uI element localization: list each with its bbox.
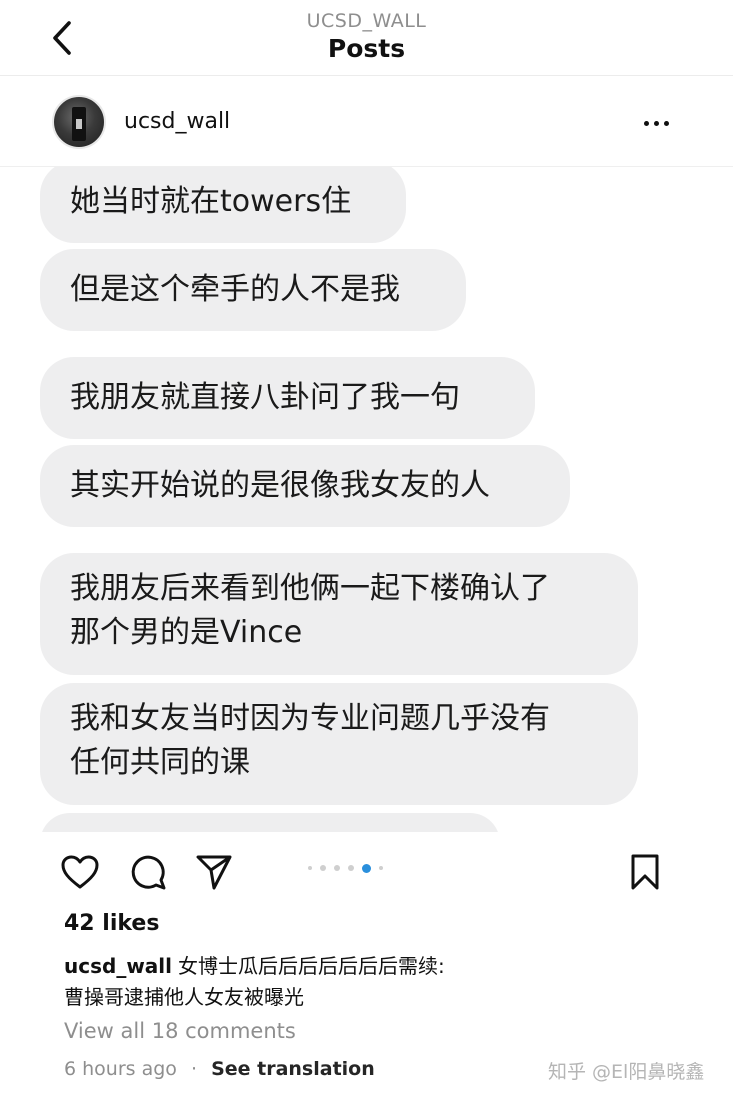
avatar[interactable] [52,95,106,149]
meta-separator: · [190,1058,198,1080]
heart-icon [61,855,99,889]
send-icon [196,855,232,890]
chat-bubble-text: 我朋友后来看到他俩一起下楼确认了 那个男的是Vince [70,571,550,650]
post-meta: 6 hours ago · See translation [64,1058,375,1080]
caption-username[interactable]: ucsd_wall [64,954,172,978]
like-button[interactable] [58,850,102,894]
view-comments-link[interactable]: View all 18 comments [64,1019,296,1043]
carousel-dot-active [362,863,371,873]
post-username[interactable]: ucsd_wall [124,109,230,134]
post-caption: ucsd_wall 女博士瓜后后后后后后后需续: 曹操哥逮捕他人女友被曝光 [64,951,684,1013]
post-image[interactable]: 她当时就在towers住 但是这个牵手的人不是我 我朋友就直接八卦问了我一句 其… [0,167,733,832]
chat-bubble-text: 我朋友就直接八卦问了我一句 [70,380,460,415]
bookmark-icon [631,854,659,890]
comment-button[interactable] [126,850,170,894]
header-account-name: UCSD_WALL [306,10,427,32]
carousel-dot [348,865,354,871]
chat-bubble: 我和女友当时因为专业问题几乎没有 任何共同的课 [40,683,638,805]
chat-bubble: 她当时就在towers住 [40,167,406,243]
comment-icon [131,855,166,890]
app-header: UCSD_WALL Posts [0,0,733,76]
chat-bubble [40,813,500,832]
chat-bubble-text: 但是这个牵手的人不是我 [70,272,400,307]
watermark: 知乎 @El阳鼻晓鑫 [548,1061,705,1083]
chat-bubble: 但是这个牵手的人不是我 [40,249,466,331]
likes-count[interactable]: 42 likes [64,911,159,936]
carousel-dot [379,866,383,870]
chat-bubble: 其实开始说的是很像我女友的人 [40,445,570,527]
chat-bubble-text: 我和女友当时因为专业问题几乎没有 任何共同的课 [70,701,550,780]
share-button[interactable] [192,850,236,894]
more-horizontal-icon [643,120,649,126]
see-translation-link[interactable]: See translation [211,1058,375,1080]
chat-bubble: 我朋友就直接八卦问了我一句 [40,357,535,439]
page-title: Posts [327,34,406,63]
chat-bubble-text: 其实开始说的是很像我女友的人 [70,468,490,503]
carousel-indicator [308,862,383,874]
post-header: ucsd_wall [0,77,733,167]
carousel-dot [320,865,326,871]
post-action-bar [0,840,733,904]
timestamp: 6 hours ago [64,1058,177,1080]
chat-bubble-text: 她当时就在towers住 [70,184,352,219]
save-button[interactable] [623,850,667,894]
carousel-dot [334,865,340,871]
chat-bubble: 我朋友后来看到他俩一起下楼确认了 那个男的是Vince [40,553,638,675]
more-options-button[interactable] [636,103,676,143]
avatar-image [72,107,86,141]
carousel-dot [308,866,312,870]
